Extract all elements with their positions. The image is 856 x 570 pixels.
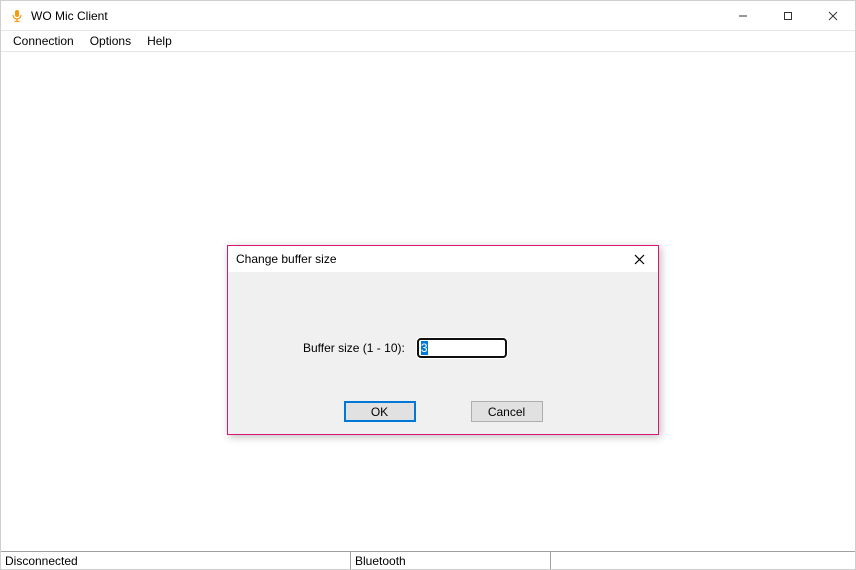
- buffer-size-label: Buffer size (1 - 10):: [303, 341, 405, 355]
- buffer-size-row: Buffer size (1 - 10):: [303, 338, 507, 358]
- mic-icon: [9, 8, 25, 24]
- menu-help[interactable]: Help: [139, 32, 180, 50]
- dialog-close-button[interactable]: [626, 249, 652, 269]
- dialog-titlebar: Change buffer size: [228, 246, 658, 272]
- dialog-buttons: OK Cancel: [228, 401, 658, 422]
- dialog-body: Buffer size (1 - 10): OK Cancel: [228, 272, 658, 434]
- dialog-title: Change buffer size: [236, 252, 626, 266]
- main-window: WO Mic Client Connection Options Help: [0, 0, 856, 570]
- statusbar: Disconnected Bluetooth: [1, 551, 855, 569]
- titlebar: WO Mic Client: [1, 1, 855, 31]
- status-connection: Disconnected: [1, 552, 351, 569]
- close-button[interactable]: [810, 1, 855, 30]
- status-extra: [551, 552, 855, 569]
- status-transport: Bluetooth: [351, 552, 551, 569]
- minimize-button[interactable]: [720, 1, 765, 30]
- window-controls: [720, 1, 855, 30]
- maximize-button[interactable]: [765, 1, 810, 30]
- menu-options[interactable]: Options: [82, 32, 139, 50]
- client-area: Change buffer size Buffer size (1 - 10):…: [1, 52, 855, 551]
- ok-button[interactable]: OK: [344, 401, 416, 422]
- menubar: Connection Options Help: [1, 31, 855, 52]
- window-title: WO Mic Client: [31, 9, 108, 23]
- buffer-size-dialog: Change buffer size Buffer size (1 - 10):…: [227, 245, 659, 435]
- buffer-size-input[interactable]: [417, 338, 507, 358]
- cancel-button[interactable]: Cancel: [471, 401, 543, 422]
- menu-connection[interactable]: Connection: [5, 32, 82, 50]
